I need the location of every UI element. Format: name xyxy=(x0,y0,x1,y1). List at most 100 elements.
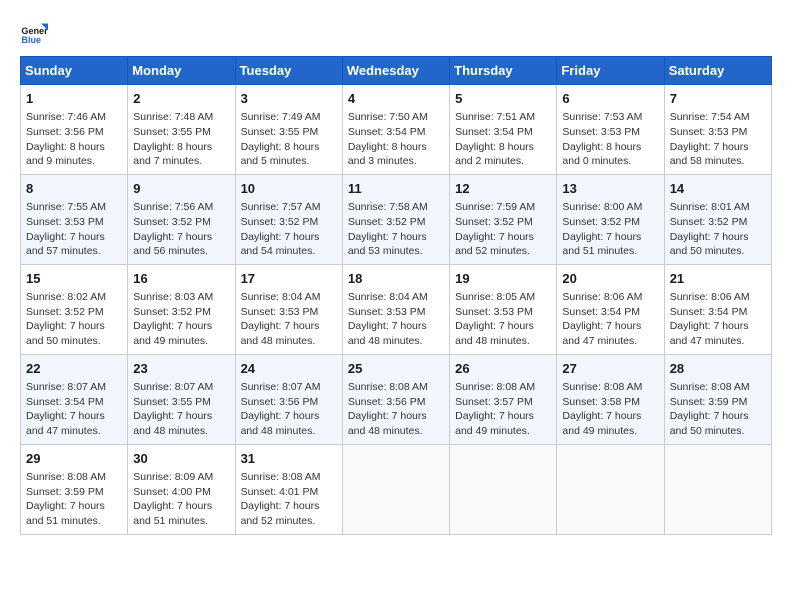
day-number: 5 xyxy=(455,90,551,108)
sunset-text: Sunset: 4:01 PM xyxy=(241,485,337,500)
calendar-cell: 20Sunrise: 8:06 AMSunset: 3:54 PMDayligh… xyxy=(557,264,664,354)
calendar-cell: 30Sunrise: 8:09 AMSunset: 4:00 PMDayligh… xyxy=(128,444,235,534)
sunrise-text: Sunrise: 7:50 AM xyxy=(348,110,444,125)
daylight-text: Daylight: 7 hours and 53 minutes. xyxy=(348,230,444,259)
column-header-sunday: Sunday xyxy=(21,57,128,85)
calendar-cell: 15 Sunrise: 8:02 AMSunset: 3:52 PMDayligh… xyxy=(21,264,128,354)
sunrise-text: Sunrise: 7:49 AM xyxy=(241,110,337,125)
day-number: 29 xyxy=(26,450,122,468)
sunset-text: Sunset: 3:56 PM xyxy=(241,395,337,410)
sunset-text: Sunset: 3:53 PM xyxy=(26,215,122,230)
daylight-text: Daylight: 8 hours and 0 minutes. xyxy=(562,140,658,169)
day-number: 12 xyxy=(455,180,551,198)
sunset-text: Sunset: 3:59 PM xyxy=(670,395,766,410)
calendar-cell: 17Sunrise: 8:04 AMSunset: 3:53 PMDayligh… xyxy=(235,264,342,354)
sunrise-text: Sunrise: 8:07 AM xyxy=(26,380,122,395)
day-number: 7 xyxy=(670,90,766,108)
sunrise-text: Sunrise: 8:04 AM xyxy=(241,290,337,305)
day-number: 9 xyxy=(133,180,229,198)
day-number: 28 xyxy=(670,360,766,378)
calendar-cell: 16Sunrise: 8:03 AMSunset: 3:52 PMDayligh… xyxy=(128,264,235,354)
sunset-text: Sunset: 3:54 PM xyxy=(348,125,444,140)
daylight-text: Daylight: 7 hours and 50 minutes. xyxy=(26,319,122,348)
calendar-cell: 22Sunrise: 8:07 AMSunset: 3:54 PMDayligh… xyxy=(21,354,128,444)
sunrise-text: Sunrise: 8:06 AM xyxy=(670,290,766,305)
day-number: 24 xyxy=(241,360,337,378)
sunset-text: Sunset: 3:52 PM xyxy=(562,215,658,230)
calendar-cell: 3Sunrise: 7:49 AMSunset: 3:55 PMDaylight… xyxy=(235,85,342,175)
calendar-cell: 19Sunrise: 8:05 AMSunset: 3:53 PMDayligh… xyxy=(450,264,557,354)
day-number: 19 xyxy=(455,270,551,288)
day-number: 18 xyxy=(348,270,444,288)
daylight-text: Daylight: 7 hours and 52 minutes. xyxy=(241,499,337,528)
calendar-cell: 28Sunrise: 8:08 AMSunset: 3:59 PMDayligh… xyxy=(664,354,771,444)
calendar-cell xyxy=(557,444,664,534)
column-header-monday: Monday xyxy=(128,57,235,85)
column-header-friday: Friday xyxy=(557,57,664,85)
calendar-cell: 2Sunrise: 7:48 AMSunset: 3:55 PMDaylight… xyxy=(128,85,235,175)
page-header: General Blue xyxy=(20,20,772,48)
sunset-text: Sunset: 4:00 PM xyxy=(133,485,229,500)
calendar-cell: 11Sunrise: 7:58 AMSunset: 3:52 PMDayligh… xyxy=(342,174,449,264)
sunrise-text: Sunrise: 7:53 AM xyxy=(562,110,658,125)
sunrise-text: Sunrise: 8:08 AM xyxy=(562,380,658,395)
column-header-wednesday: Wednesday xyxy=(342,57,449,85)
day-number: 15 xyxy=(26,270,122,288)
sunset-text: Sunset: 3:53 PM xyxy=(348,305,444,320)
day-number: 8 xyxy=(26,180,122,198)
sunrise-text: Sunrise: 7:58 AM xyxy=(348,200,444,215)
sunrise-text: Sunrise: 7:54 AM xyxy=(670,110,766,125)
sunrise-text: Sunrise: 8:00 AM xyxy=(562,200,658,215)
sunrise-text: Sunrise: 8:02 AM xyxy=(26,290,122,305)
day-number: 30 xyxy=(133,450,229,468)
daylight-text: Daylight: 7 hours and 48 minutes. xyxy=(348,409,444,438)
sunrise-text: Sunrise: 7:57 AM xyxy=(241,200,337,215)
daylight-text: Daylight: 7 hours and 50 minutes. xyxy=(670,409,766,438)
calendar-cell: 23Sunrise: 8:07 AMSunset: 3:55 PMDayligh… xyxy=(128,354,235,444)
day-number: 23 xyxy=(133,360,229,378)
sunset-text: Sunset: 3:52 PM xyxy=(133,215,229,230)
sunset-text: Sunset: 3:53 PM xyxy=(562,125,658,140)
daylight-text: Daylight: 8 hours and 2 minutes. xyxy=(455,140,551,169)
sunset-text: Sunset: 3:57 PM xyxy=(455,395,551,410)
calendar-cell xyxy=(342,444,449,534)
day-number: 22 xyxy=(26,360,122,378)
calendar-week-row: 15Sunrise: 8:02 AMSunset: 3:52 PMDayligh… xyxy=(21,264,772,354)
sunrise-text: Sunrise: 8:08 AM xyxy=(455,380,551,395)
calendar-cell: 24Sunrise: 8:07 AMSunset: 3:56 PMDayligh… xyxy=(235,354,342,444)
day-number: 10 xyxy=(241,180,337,198)
calendar-cell: 18Sunrise: 8:04 AMSunset: 3:53 PMDayligh… xyxy=(342,264,449,354)
calendar-cell xyxy=(450,444,557,534)
calendar-cell: 1Sunrise: 7:46 AMSunset: 3:56 PMDaylight… xyxy=(21,85,128,175)
day-number: 3 xyxy=(241,90,337,108)
sunset-text: Sunset: 3:53 PM xyxy=(241,305,337,320)
sunrise-text: Sunrise: 7:55 AM xyxy=(26,200,122,215)
sunset-text: Sunset: 3:52 PM xyxy=(26,305,122,320)
daylight-text: Daylight: 7 hours and 51 minutes. xyxy=(562,230,658,259)
sunset-text: Sunset: 3:56 PM xyxy=(348,395,444,410)
calendar-cell: 27Sunrise: 8:08 AMSunset: 3:58 PMDayligh… xyxy=(557,354,664,444)
day-number: 16 xyxy=(133,270,229,288)
sunrise-text: Sunrise: 8:07 AM xyxy=(133,380,229,395)
sunrise-text: Sunrise: 8:08 AM xyxy=(348,380,444,395)
sunrise-text: Sunrise: 8:05 AM xyxy=(455,290,551,305)
calendar-week-row: 8 Sunrise: 7:55 AMSunset: 3:53 PM Daylight… xyxy=(21,174,772,264)
sunset-text: Sunset: 3:53 PM xyxy=(670,125,766,140)
sunset-text: Sunset: 3:56 PM xyxy=(26,125,122,140)
sunrise-text: Sunrise: 7:48 AM xyxy=(133,110,229,125)
calendar-cell: 6Sunrise: 7:53 AMSunset: 3:53 PMDaylight… xyxy=(557,85,664,175)
sunrise-text: Sunrise: 7:51 AM xyxy=(455,110,551,125)
sunrise-text: Sunrise: 8:04 AM xyxy=(348,290,444,305)
sunset-text: Sunset: 3:54 PM xyxy=(26,395,122,410)
sunrise-text: Sunrise: 8:08 AM xyxy=(26,470,122,485)
day-number: 13 xyxy=(562,180,658,198)
logo: General Blue xyxy=(20,20,52,48)
day-number: 27 xyxy=(562,360,658,378)
day-number: 17 xyxy=(241,270,337,288)
sunset-text: Sunset: 3:52 PM xyxy=(133,305,229,320)
day-number: 20 xyxy=(562,270,658,288)
calendar-cell: 4Sunrise: 7:50 AMSunset: 3:54 PMDaylight… xyxy=(342,85,449,175)
calendar-week-row: 29Sunrise: 8:08 AMSunset: 3:59 PMDayligh… xyxy=(21,444,772,534)
sunset-text: Sunset: 3:55 PM xyxy=(241,125,337,140)
calendar-cell: 13 Sunrise: 8:00 AMSunset: 3:52 PMDayligh… xyxy=(557,174,664,264)
